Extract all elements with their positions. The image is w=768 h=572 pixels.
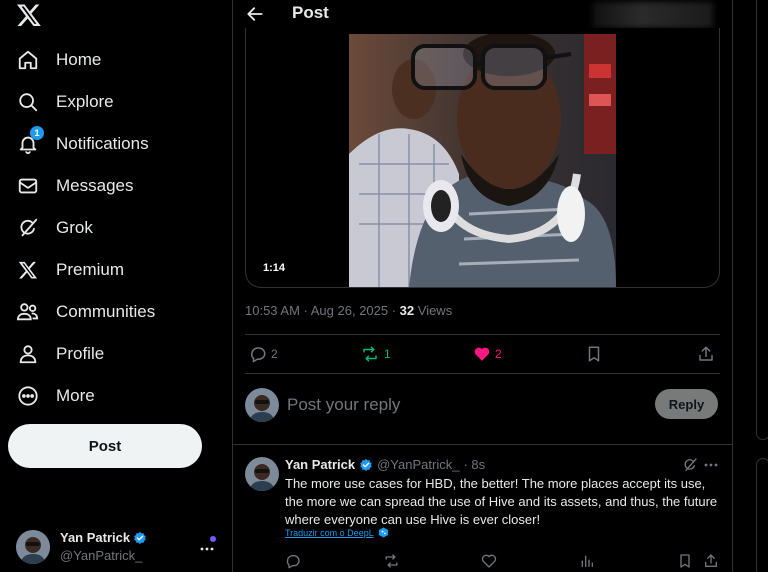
sidebar-item-more[interactable]: More	[16, 382, 95, 410]
account-switcher[interactable]: Yan Patrick @YanPatrick_	[16, 528, 226, 568]
right-panel-card	[756, 458, 768, 572]
reply-button[interactable]: 2	[249, 343, 278, 365]
envelope-icon	[16, 174, 40, 198]
reply-icon[interactable]	[285, 553, 303, 571]
like-button[interactable]: 2	[473, 343, 502, 365]
author-handle[interactable]: @YanPatrick_	[377, 457, 459, 472]
page-title: Post	[292, 3, 329, 22]
views-count: 32	[399, 303, 415, 318]
tweet-header: Yan Patrick @YanPatrick_ · 8s	[285, 457, 485, 472]
x-logo-icon	[16, 258, 40, 282]
grok-icon	[16, 216, 40, 240]
avatar	[245, 388, 279, 422]
more-horizontal-icon	[199, 540, 215, 554]
blurred-header-overlay	[593, 2, 713, 28]
verified-icon	[134, 531, 146, 544]
share-icon[interactable]	[703, 553, 721, 571]
heart-icon[interactable]	[481, 553, 499, 571]
more-circle-icon	[16, 384, 40, 408]
post-timestamp: 10:53 AM · Aug 26, 2025 · 32 Views	[245, 303, 453, 318]
sidebar-item-label: More	[56, 386, 95, 405]
sidebar-item-profile[interactable]: Profile	[16, 340, 104, 368]
bell-icon: 1	[16, 126, 44, 156]
more-horizontal-icon[interactable]	[703, 457, 719, 473]
avatar	[16, 530, 50, 564]
search-icon	[16, 90, 40, 114]
tweet-actions	[285, 553, 725, 571]
sidebar-item-notifications[interactable]: 1 Notifications	[16, 126, 149, 158]
video-card[interactable]: 1:14	[245, 28, 720, 288]
sidebar-item-communities[interactable]: Communities	[16, 298, 155, 326]
translate-link[interactable]: Traduzir com o DeepL	[285, 527, 389, 538]
bookmark-icon[interactable]	[677, 553, 695, 571]
unread-dot	[210, 536, 216, 542]
bookmark-button[interactable]	[585, 343, 603, 365]
reply-composer: Reply	[245, 386, 720, 426]
person-icon	[16, 342, 40, 366]
sidebar-item-label: Grok	[56, 218, 93, 237]
sidebar-item-label: Home	[56, 50, 102, 69]
back-arrow-icon[interactable]	[245, 4, 265, 24]
sidebar-item-label: Messages	[56, 176, 134, 195]
avatar[interactable]	[245, 457, 279, 491]
reply-tweet[interactable]: Yan Patrick @YanPatrick_ · 8s The more u…	[233, 444, 733, 572]
heart-icon	[474, 347, 490, 361]
sidebar-item-messages[interactable]: Messages	[16, 172, 133, 200]
post-detail-column: Post 1:14 10:53 AM · Aug 26, 2025 · 32 V…	[232, 0, 733, 572]
sidebar-item-label: Notifications	[56, 134, 149, 153]
repost-icon	[363, 346, 377, 362]
sidebar: Home Explore 1 Notifications Messages Gr…	[0, 0, 232, 572]
sidebar-item-label: Communities	[56, 302, 156, 321]
sidebar-item-label: Premium	[56, 260, 125, 279]
share-button[interactable]	[697, 343, 715, 365]
author-name[interactable]: Yan Patrick	[285, 457, 355, 472]
tweet-time[interactable]: · 8s	[463, 457, 485, 472]
grok-icon[interactable]	[682, 457, 698, 473]
repost-icon[interactable]	[383, 553, 401, 571]
reply-input[interactable]	[287, 392, 647, 418]
account-name: Yan Patrick	[60, 530, 147, 545]
reply-submit-button[interactable]: Reply	[655, 389, 718, 419]
sidebar-item-label: Profile	[56, 344, 105, 363]
post-actions: 2 1 2	[245, 343, 720, 367]
divider	[245, 373, 720, 374]
repost-button[interactable]: 1	[360, 343, 391, 365]
video-duration: 1:14	[263, 262, 286, 274]
right-panel-card	[756, 0, 768, 440]
home-icon	[16, 48, 40, 72]
sidebar-item-grok[interactable]: Grok	[16, 214, 93, 242]
share-icon	[699, 346, 713, 361]
sidebar-item-explore[interactable]: Explore	[16, 88, 114, 116]
divider	[245, 334, 720, 335]
bookmark-icon	[588, 346, 600, 362]
video-player[interactable]	[349, 34, 616, 287]
sidebar-item-label: Explore	[56, 92, 114, 111]
deepl-icon	[378, 527, 388, 538]
post-button[interactable]: Post	[8, 424, 202, 468]
verified-icon	[360, 458, 372, 471]
people-icon	[16, 300, 40, 324]
tweet-text: The more use cases for HBD, the better! …	[285, 476, 718, 527]
notification-badge: 1	[30, 126, 44, 140]
sidebar-item-home[interactable]: Home	[16, 46, 101, 74]
analytics-icon[interactable]	[579, 553, 597, 571]
account-handle: @YanPatrick_	[60, 548, 143, 563]
reply-icon	[251, 347, 266, 363]
sidebar-item-premium[interactable]: Premium	[16, 256, 124, 284]
x-logo-icon[interactable]	[16, 2, 42, 28]
